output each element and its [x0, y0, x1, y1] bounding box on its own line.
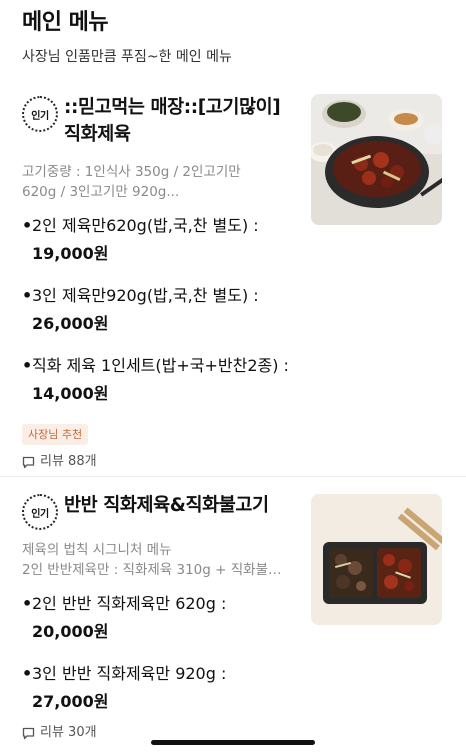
price-option: • 3인 반반 직화제육만 920g : 27,000원 — [22, 660, 302, 716]
item-description: 제육의 법칙 시그니처 메뉴 2인 반반제육만 : 직화제육 310g + 직화… — [22, 540, 284, 580]
option-label: 3인 제육만920g(밥,국,찬 별도) : — [32, 286, 259, 305]
option-price: 26,000원 — [32, 314, 109, 333]
description-line: 제육의 법칙 시그니처 메뉴 — [22, 542, 172, 558]
price-option: • 3인 제육만920g(밥,국,찬 별도) : 26,000원 — [22, 282, 302, 338]
review-count[interactable]: 리뷰 88개 — [22, 453, 444, 471]
item-name: 반반 직화제육&직화불고기 — [64, 495, 269, 516]
option-label: 2인 제육만620g(밥,국,찬 별도) : — [32, 216, 259, 235]
menu-section-header: 메인 메뉴 사장님 인품만큼 푸짐~한 메인 메뉴 — [22, 8, 456, 66]
description-line: 고기중량 : 1인식사 350g / 2인고기만 — [22, 164, 241, 180]
bullet-icon: • — [22, 216, 33, 235]
comment-icon — [22, 727, 35, 739]
item-description: 고기중량 : 1인식사 350g / 2인고기만 620g / 3인고기만 92… — [22, 162, 284, 202]
option-price: 27,000원 — [32, 692, 109, 711]
menu-item-banban-jeyuk-bulgogi[interactable]: 인기 반반 직화제육&직화불고기 제육의 법칙 시그니처 메뉴 2인 반반제육만… — [0, 492, 466, 753]
option-label: 2인 반반 직화제육만 620g : — [32, 594, 227, 613]
bullet-icon: • — [22, 664, 33, 683]
description-line: 2인 반반제육만 : 직화제육 310g + 직화불고기... — [22, 562, 284, 578]
popular-badge-icon: 인기 — [22, 494, 58, 530]
item-name: ::믿고먹는 매장::[고기많이] 직화제육 — [64, 97, 281, 145]
menu-photo[interactable] — [311, 94, 442, 225]
bullet-icon: • — [22, 356, 33, 375]
half-half-pork-tray-photo-icon — [311, 494, 442, 625]
popular-badge-icon: 인기 — [22, 96, 58, 132]
review-count-label: 리뷰 30개 — [40, 725, 97, 740]
option-price: 19,000원 — [32, 244, 109, 263]
option-label: 3인 반반 직화제육만 920g : — [32, 664, 227, 683]
section-divider — [0, 476, 466, 477]
item-title-row: 인기 ::믿고먹는 매장::[고기많이] 직화제육 — [22, 94, 292, 148]
price-option: • 2인 제육만620g(밥,국,찬 별도) : 19,000원 — [22, 212, 302, 268]
home-indicator[interactable] — [151, 740, 315, 745]
comment-icon — [22, 456, 35, 468]
section-subtitle: 사장님 인품만큼 푸짐~한 메인 메뉴 — [22, 49, 232, 65]
owner-recommend-tag: 사장님 추천 — [22, 424, 89, 445]
bullet-icon: • — [22, 594, 33, 613]
price-option: • 직화 제육 1인세트(밥+국+반찬2종) : 14,000원 — [22, 352, 302, 408]
option-price: 20,000원 — [32, 622, 109, 641]
description-line: 620g / 3인고기만 920g... — [22, 184, 180, 200]
bullet-icon: • — [22, 286, 33, 305]
menu-item-jikhwa-jeyuk[interactable]: 인기 ::믿고먹는 매장::[고기많이] 직화제육 고기중량 : 1인식사 35… — [0, 94, 466, 474]
option-label: 직화 제육 1인세트(밥+국+반찬2종) : — [32, 356, 289, 375]
item-title-row: 인기 반반 직화제육&직화불고기 — [22, 492, 292, 530]
price-option: • 2인 반반 직화제육만 620g : 20,000원 — [22, 590, 302, 646]
price-options: • 2인 반반 직화제육만 620g : 20,000원 • 3인 반반 직화제… — [22, 590, 302, 716]
price-options: • 2인 제육만620g(밥,국,찬 별도) : 19,000원 • 3인 제육… — [22, 212, 302, 408]
spicy-pork-skillet-photo-icon — [311, 94, 442, 225]
review-count-label: 리뷰 88개 — [40, 454, 97, 469]
section-title: 메인 메뉴 — [22, 10, 109, 35]
option-price: 14,000원 — [32, 384, 109, 403]
menu-photo[interactable] — [311, 494, 442, 625]
